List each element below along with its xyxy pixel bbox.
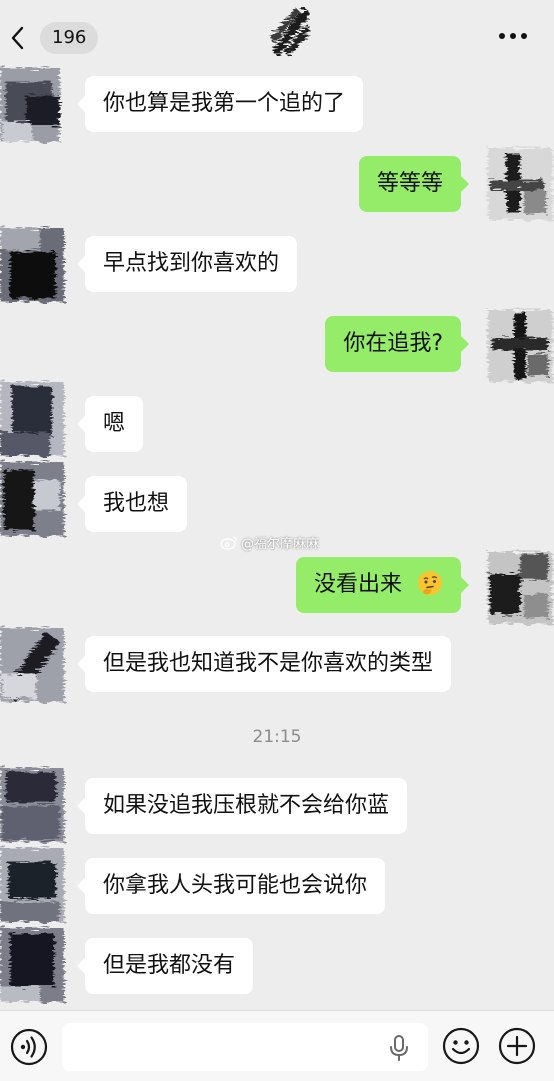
sender-avatar-obscured[interactable] [0,222,74,308]
sender-avatar-obscured[interactable] [0,922,74,1008]
plus-circle-icon[interactable] [498,1027,536,1065]
sender-avatar-obscured[interactable] [0,376,74,462]
chat-header: 196 [0,0,554,66]
sender-avatar-obscured[interactable] [0,456,74,542]
chevron-left-icon [11,26,24,50]
message-input[interactable] [62,1023,428,1071]
more-dots-icon[interactable] [498,28,528,44]
microphone-icon[interactable] [386,1034,412,1062]
weibo-logo-icon [220,535,238,550]
message-bubble-incoming[interactable]: 但是我都没有 [76,938,254,994]
message-bubble-outgoing[interactable]: 等等等 [358,156,470,212]
back-button[interactable]: 196 [10,22,99,54]
unread-count-badge: 196 [40,22,99,54]
message-bubble-outgoing[interactable]: 没看出来 [295,557,470,613]
thinking-face-emoji-icon [418,571,442,595]
sender-avatar-obscured[interactable] [0,842,74,928]
my-avatar-obscured[interactable] [480,544,554,630]
message-bubble-incoming[interactable]: 你也算是我第一个追的了 [76,76,364,132]
my-avatar-obscured[interactable] [480,302,554,388]
message-bubble-incoming[interactable]: 嗯 [76,396,144,452]
message-bubble-incoming[interactable]: 如果没追我压根就不会给你蓝 [76,778,408,834]
sender-avatar-obscured[interactable] [0,62,74,148]
message-bubble-incoming[interactable]: 但是我也知道我不是你喜欢的类型 [76,636,452,692]
message-bubble-incoming[interactable]: 我也想 [76,476,188,532]
weibo-watermark: @福尔摩麻麻 [220,532,319,552]
chat-input-bar [0,1010,554,1081]
message-bubble-incoming[interactable]: 早点找到你喜欢的 [76,236,298,292]
sender-avatar-obscured[interactable] [0,762,74,848]
message-bubble-outgoing[interactable]: 你在追我? [325,316,469,372]
my-avatar-obscured[interactable] [480,140,554,226]
time-divider: 21:15 [252,727,302,747]
message-bubble-incoming[interactable]: 你拿我人头我可能也会说你 [76,858,386,914]
smiley-face-icon[interactable] [442,1027,480,1065]
watermark-text: @福尔摩麻麻 [241,536,320,552]
voice-mode-icon[interactable] [10,1028,48,1066]
contact-avatar-obscured[interactable] [266,2,312,58]
message-text: 没看出来 [313,572,402,597]
sender-avatar-obscured[interactable] [0,622,74,708]
